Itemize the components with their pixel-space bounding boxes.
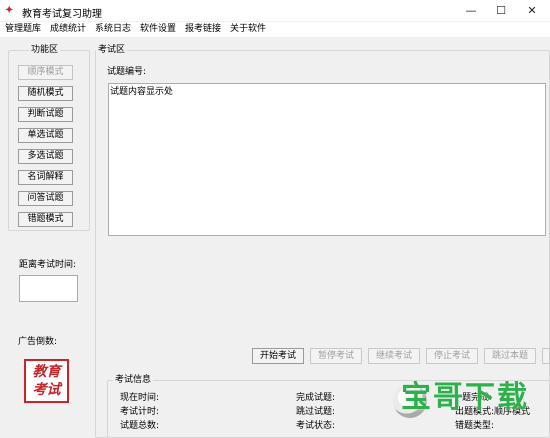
menu-settings[interactable]: 软件设置	[140, 23, 176, 36]
menu-system-log[interactable]: 系统日志	[95, 23, 131, 36]
exam-timer-label: 考试计时:	[120, 407, 160, 417]
education-exam-seal: 教育 考试	[24, 359, 69, 403]
pause-exam-button[interactable]: 暂停考试	[310, 348, 362, 364]
minimize-icon[interactable]: —	[456, 2, 486, 20]
menu-bar: 管理题库 成绩统计 系统日志 软件设置 报考链接 关于软件	[0, 22, 550, 37]
current-time-label: 现在时间:	[120, 393, 160, 403]
term-explanation-button[interactable]: 名词解释	[18, 170, 73, 185]
maximize-icon[interactable]: ☐	[486, 2, 516, 20]
qa-questions-button[interactable]: 问答试题	[18, 191, 73, 206]
extra-button-cut[interactable]	[542, 348, 550, 364]
ad-countdown-label: 广告倒数:	[18, 337, 58, 347]
menu-about[interactable]: 关于软件	[230, 23, 266, 36]
watermark-text: 宝哥下载	[401, 380, 529, 415]
watermark: 宝哥下载	[393, 378, 550, 438]
resume-exam-button[interactable]: 继续考试	[368, 348, 420, 364]
question-number-label: 试题编号:	[107, 67, 147, 77]
random-mode-button[interactable]: 随机模式	[18, 86, 73, 101]
close-icon[interactable]: ✕	[517, 2, 547, 20]
question-content-text: 试题内容显示处	[110, 87, 174, 97]
title-bar: ✦ 教育考试复习助理 — ☐ ✕	[0, 0, 550, 22]
countdown-display	[19, 275, 78, 302]
menu-exam-links[interactable]: 报考链接	[185, 23, 221, 36]
multiple-choice-button[interactable]: 多选试题	[18, 149, 73, 164]
exam-area-title: 考试区	[96, 45, 128, 56]
wrong-questions-button[interactable]: 错题模式	[18, 212, 73, 227]
countdown-label: 距离考试时间:	[19, 260, 77, 270]
single-choice-button[interactable]: 单选试题	[18, 128, 73, 143]
exam-info-title: 考试信息	[113, 375, 154, 386]
true-false-button[interactable]: 判断试题	[18, 107, 73, 122]
total-questions-label: 试题总数:	[120, 421, 160, 431]
skip-question-button[interactable]: 跳过本题	[484, 348, 536, 364]
function-area-title: 功能区	[29, 45, 61, 56]
sequential-mode-button[interactable]: 顺序模式	[18, 65, 73, 80]
stop-exam-button[interactable]: 停止考试	[426, 348, 478, 364]
exam-status-label: 考试状态:	[296, 421, 336, 431]
app-logo-icon: ✦	[5, 5, 14, 16]
start-exam-button[interactable]: 开始考试	[252, 348, 304, 364]
skipped-questions-label: 跳过试题:	[296, 407, 336, 417]
window-title: 教育考试复习助理	[22, 9, 102, 20]
menu-manage-bank[interactable]: 管理题库	[5, 23, 41, 36]
completed-questions-label: 完成试题:	[296, 393, 336, 403]
question-content-area[interactable]: 试题内容显示处	[108, 83, 546, 236]
menu-score-stats[interactable]: 成绩统计	[50, 23, 86, 36]
